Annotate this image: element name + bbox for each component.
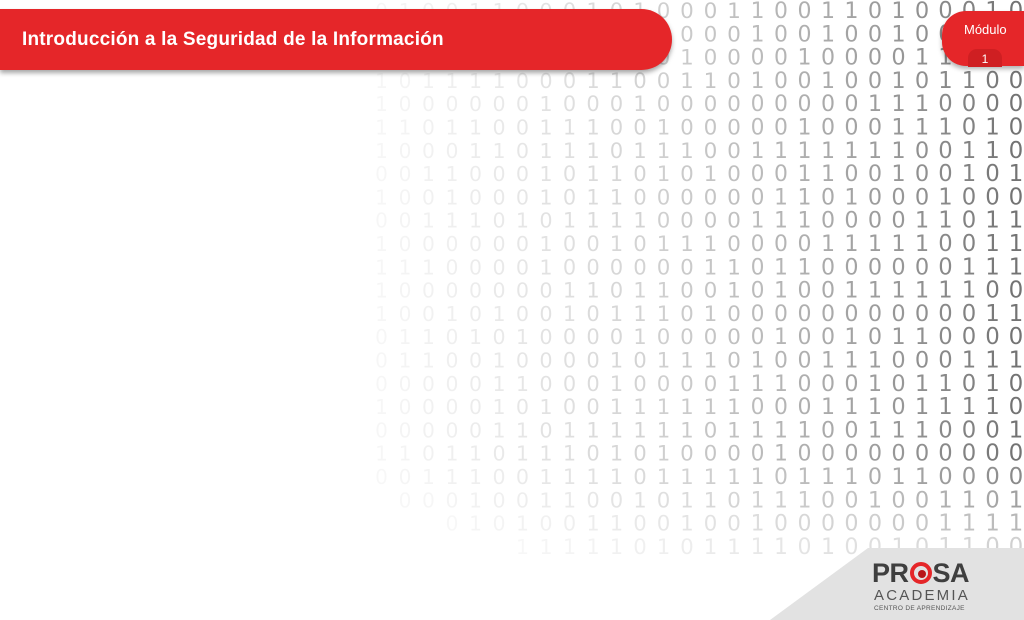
logo-o-icon: [909, 562, 932, 584]
module-label: Módulo: [964, 22, 1007, 37]
logo-brand-right: SA: [932, 558, 970, 588]
logo-academy-text: ACADEMIA: [874, 587, 970, 604]
logo-brand-left: PR: [872, 558, 909, 588]
module-tab: Módulo 1: [942, 11, 1024, 67]
logo-brand: PR SA: [872, 558, 982, 588]
logo-corner-shape: [770, 548, 1024, 620]
module-number: 1: [968, 49, 1002, 67]
title-bar: Introducción a la Seguridad de la Inform…: [0, 9, 672, 70]
page-title: Introducción a la Seguridad de la Inform…: [22, 28, 444, 50]
logo-subtitle: CENTRO DE APRENDIZAJE: [874, 605, 965, 612]
prosa-academia-logo: PR SA ACADEMIA CENTRO DE APRENDIZAJE: [872, 558, 982, 618]
